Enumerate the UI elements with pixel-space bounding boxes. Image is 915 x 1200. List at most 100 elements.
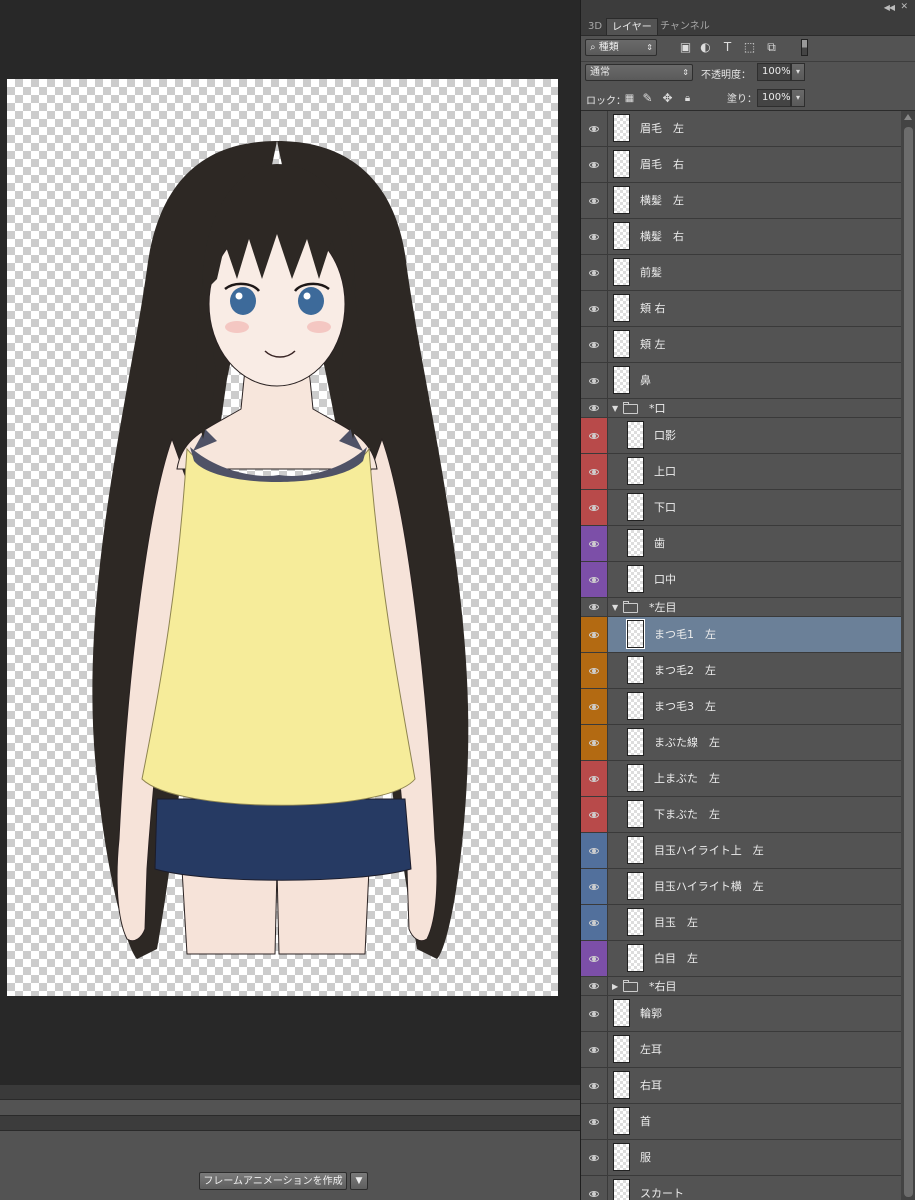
layer-thumbnail[interactable] <box>627 764 644 792</box>
layer-row[interactable]: 下まぶた 左 <box>581 797 901 833</box>
scrollbar-thumb[interactable] <box>904 127 913 1197</box>
layer-thumbnail[interactable] <box>613 186 630 214</box>
layer-thumbnail[interactable] <box>627 565 644 593</box>
visibility-toggle[interactable] <box>581 1104 608 1139</box>
layer-thumbnail[interactable] <box>613 366 630 394</box>
layer-row[interactable]: スカート <box>581 1176 901 1200</box>
visibility-toggle[interactable] <box>581 1176 608 1200</box>
layer-thumbnail[interactable] <box>627 457 644 485</box>
expand-right-icon[interactable]: ▶ <box>612 977 618 996</box>
fill-input[interactable]: 100% <box>757 89 791 107</box>
visibility-toggle[interactable] <box>581 797 608 832</box>
layer-thumbnail[interactable] <box>613 114 630 142</box>
visibility-toggle[interactable] <box>581 454 608 489</box>
pixel-filter-icon[interactable]: ▣ <box>679 41 692 54</box>
layer-filter-select[interactable]: ⌕ 種類 ⇕ <box>585 39 657 56</box>
blend-mode-select[interactable]: 通常 ⇕ <box>585 64 693 81</box>
filter-toggle-switch[interactable] <box>801 39 808 56</box>
visibility-toggle[interactable] <box>581 327 608 362</box>
layer-thumbnail[interactable] <box>627 908 644 936</box>
layer-row[interactable]: 頬 左 <box>581 327 901 363</box>
layer-row[interactable]: 上まぶた 左 <box>581 761 901 797</box>
fill-slider-button[interactable]: ▾ <box>791 89 805 107</box>
visibility-toggle[interactable] <box>581 941 608 976</box>
layer-row[interactable]: 口影 <box>581 418 901 454</box>
visibility-toggle[interactable] <box>581 833 608 868</box>
layer-row[interactable]: まぶた線 左 <box>581 725 901 761</box>
layer-row[interactable]: 服 <box>581 1140 901 1176</box>
layer-row[interactable]: 目玉ハイライト上 左 <box>581 833 901 869</box>
layer-row[interactable]: 首 <box>581 1104 901 1140</box>
tab-channels[interactable]: チャンネル <box>655 18 715 35</box>
layer-thumbnail[interactable] <box>613 1035 630 1063</box>
visibility-toggle[interactable] <box>581 1032 608 1067</box>
visibility-toggle[interactable] <box>581 490 608 525</box>
layer-thumbnail[interactable] <box>613 999 630 1027</box>
layers-scrollbar[interactable] <box>901 111 915 1200</box>
layer-thumbnail[interactable] <box>613 150 630 178</box>
layer-row[interactable]: 眉毛 右 <box>581 147 901 183</box>
visibility-toggle[interactable] <box>581 996 608 1031</box>
type-filter-icon[interactable]: T <box>721 41 734 54</box>
layer-row[interactable]: 白目 左 <box>581 941 901 977</box>
visibility-toggle[interactable] <box>581 562 608 597</box>
layer-row[interactable]: まつ毛3 左 <box>581 689 901 725</box>
layer-thumbnail[interactable] <box>627 692 644 720</box>
visibility-toggle[interactable] <box>581 617 608 652</box>
layer-row[interactable]: 眉毛 左 <box>581 111 901 147</box>
layer-thumbnail[interactable] <box>613 222 630 250</box>
layer-thumbnail[interactable] <box>613 330 630 358</box>
layer-thumbnail[interactable] <box>613 1143 630 1171</box>
layer-group-row[interactable]: ▼ *口 <box>581 399 901 418</box>
smart-object-filter-icon[interactable]: ⧉ <box>765 41 778 54</box>
layer-row[interactable]: 横髪 左 <box>581 183 901 219</box>
layer-row[interactable]: 頬 右 <box>581 291 901 327</box>
scroll-up-icon[interactable] <box>904 114 912 120</box>
visibility-toggle[interactable] <box>581 1068 608 1103</box>
layer-row[interactable]: 歯 <box>581 526 901 562</box>
layer-row[interactable]: 目玉ハイライト横 左 <box>581 869 901 905</box>
layer-row[interactable]: 右耳 <box>581 1068 901 1104</box>
layer-row[interactable]: 上口 <box>581 454 901 490</box>
visibility-toggle[interactable] <box>581 399 608 417</box>
layer-thumbnail[interactable] <box>613 1071 630 1099</box>
layer-row[interactable]: まつ毛2 左 <box>581 653 901 689</box>
visibility-toggle[interactable] <box>581 653 608 688</box>
visibility-toggle[interactable] <box>581 183 608 218</box>
opacity-slider-button[interactable]: ▾ <box>791 63 805 81</box>
layer-thumbnail[interactable] <box>627 421 644 449</box>
expand-down-icon[interactable]: ▼ <box>612 598 618 617</box>
create-frame-animation-button[interactable]: フレームアニメーションを作成 <box>199 1172 347 1190</box>
layer-group-row[interactable]: ▶ *右目 <box>581 977 901 996</box>
layer-thumbnail[interactable] <box>627 836 644 864</box>
layer-thumbnail[interactable] <box>627 529 644 557</box>
double-chevron-icon[interactable]: ◀◀ <box>884 3 895 12</box>
close-icon[interactable]: ✕ <box>900 2 908 12</box>
layer-thumbnail[interactable] <box>613 258 630 286</box>
visibility-toggle[interactable] <box>581 761 608 796</box>
lock-position-icon[interactable]: ✥ <box>661 92 674 105</box>
create-animation-dropdown[interactable]: ▼ <box>350 1172 368 1190</box>
layer-thumbnail[interactable] <box>613 294 630 322</box>
layer-thumbnail[interactable] <box>627 656 644 684</box>
expand-down-icon[interactable]: ▼ <box>612 399 618 418</box>
visibility-toggle[interactable] <box>581 147 608 182</box>
visibility-toggle[interactable] <box>581 905 608 940</box>
visibility-toggle[interactable] <box>581 869 608 904</box>
visibility-toggle[interactable] <box>581 977 608 995</box>
layer-thumbnail[interactable] <box>626 619 645 649</box>
adjustment-filter-icon[interactable]: ◐ <box>699 41 712 54</box>
layer-thumbnail[interactable] <box>627 493 644 521</box>
visibility-toggle[interactable] <box>581 1140 608 1175</box>
layer-row[interactable]: 輪郭 <box>581 996 901 1032</box>
timeline-divider[interactable] <box>0 1085 580 1100</box>
layer-thumbnail[interactable] <box>613 1107 630 1135</box>
visibility-toggle[interactable] <box>581 219 608 254</box>
document-canvas[interactable] <box>7 79 558 996</box>
visibility-toggle[interactable] <box>581 111 608 146</box>
visibility-toggle[interactable] <box>581 255 608 290</box>
lock-image-pixels-icon[interactable]: ✎ <box>641 92 654 105</box>
layer-thumbnail[interactable] <box>627 944 644 972</box>
layer-row[interactable]: まつ毛1 左 <box>581 617 901 653</box>
visibility-toggle[interactable] <box>581 363 608 398</box>
